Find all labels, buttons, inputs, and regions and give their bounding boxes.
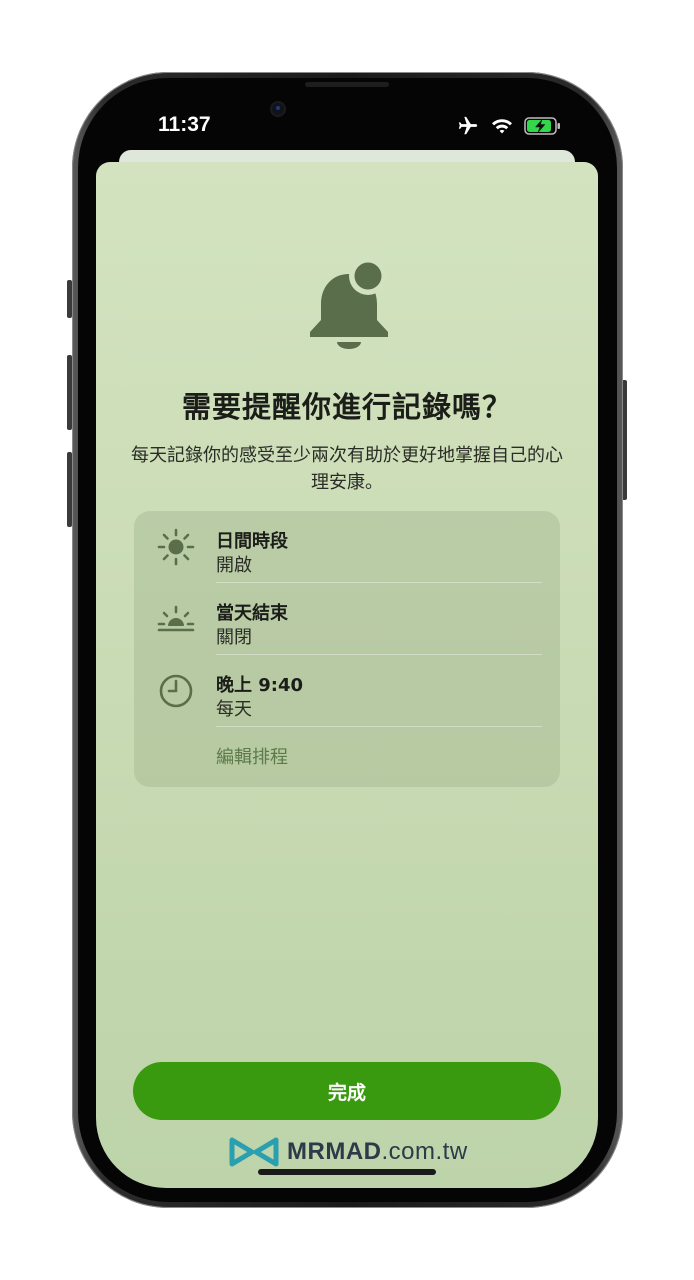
sheet-description: 每天記錄你的感受至少兩次有助於更好地掌握自己的心理安康。 bbox=[131, 445, 563, 493]
done-button[interactable]: 完成 bbox=[133, 1062, 561, 1120]
mrmad-watermark: MRMAD.com.tw bbox=[229, 1137, 468, 1167]
reminder-sheet: 需要提醒你進行記錄嗎？ 每天記錄你的感受至少兩次有助於更好地掌握自己的心理安康。… bbox=[96, 162, 598, 1188]
earpiece-speaker bbox=[305, 82, 389, 87]
sun-icon bbox=[157, 528, 195, 566]
wifi-icon bbox=[492, 119, 512, 134]
watermark-text: MRMAD.com.tw bbox=[287, 1138, 468, 1165]
schedule-row-evening[interactable]: 晚上 9:40 每天 bbox=[134, 655, 560, 727]
front-camera bbox=[272, 103, 284, 115]
home-indicator[interactable] bbox=[258, 1169, 436, 1175]
mrmad-logo-icon bbox=[229, 1137, 279, 1167]
status-time: 11:37 bbox=[158, 113, 211, 136]
schedule-title: 日間時段 bbox=[216, 531, 288, 552]
schedule-row-end-of-day[interactable]: 當天結束 關閉 bbox=[134, 583, 560, 655]
schedule-title: 當天結束 bbox=[216, 603, 288, 624]
row-divider bbox=[216, 726, 542, 727]
edit-schedule-link[interactable]: 編輯排程 bbox=[216, 743, 288, 769]
status-icons bbox=[456, 113, 562, 139]
schedule-status: 關閉 bbox=[216, 627, 252, 648]
schedule-status: 開啟 bbox=[216, 555, 252, 576]
clock-icon bbox=[159, 674, 193, 708]
sheet-title: 需要提醒你進行記錄嗎？ bbox=[181, 390, 512, 424]
schedule-status: 每天 bbox=[216, 699, 252, 720]
airplane-icon bbox=[458, 116, 478, 135]
sunset-icon bbox=[157, 605, 195, 632]
schedule-row-daytime[interactable]: 日間時段 開啟 bbox=[134, 511, 560, 583]
battery-charging-icon bbox=[524, 117, 560, 135]
schedule-card: 日間時段 開啟 當天結束 關閉 晚上 9:40 每天 編輯排程 bbox=[134, 511, 560, 787]
bell-badge-icon bbox=[310, 260, 388, 349]
schedule-title: 晚上 9:40 bbox=[216, 675, 304, 696]
